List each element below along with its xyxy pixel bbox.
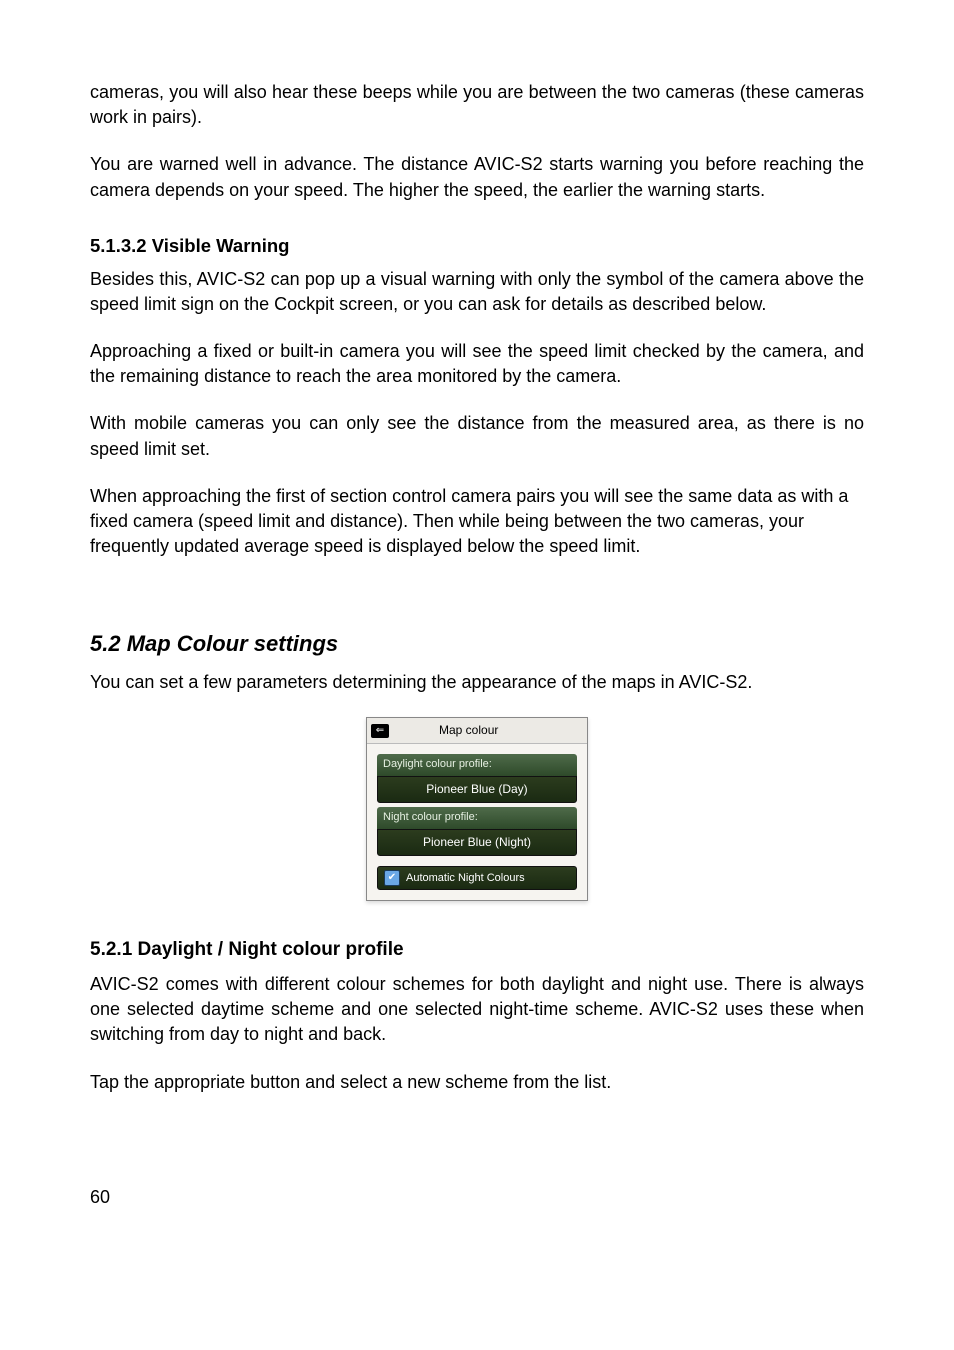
automatic-night-colours-label: Automatic Night Colours — [406, 871, 525, 886]
device-screen: ⇐ Map colour Daylight colour profile: Pi… — [366, 717, 588, 901]
paragraph: cameras, you will also hear these beeps … — [90, 80, 864, 130]
paragraph: Approaching a fixed or built-in camera y… — [90, 339, 864, 389]
paragraph: Besides this, AVIC-S2 can pop up a visua… — [90, 267, 864, 317]
paragraph: With mobile cameras you can only see the… — [90, 411, 864, 461]
screen-title: Map colour — [439, 722, 498, 739]
paragraph: AVIC-S2 comes with different colour sche… — [90, 972, 864, 1048]
paragraph: Tap the appropriate button and select a … — [90, 1070, 864, 1095]
daylight-profile-label: Daylight colour profile: — [377, 754, 577, 775]
heading-5-1-3-2: 5.1.3.2 Visible Warning — [90, 233, 864, 259]
heading-5-2: 5.2 Map Colour settings — [90, 629, 864, 660]
automatic-night-colours-toggle[interactable]: ✔ Automatic Night Colours — [377, 866, 577, 890]
screen-body: Daylight colour profile: Pioneer Blue (D… — [367, 744, 587, 900]
paragraph: You are warned well in advance. The dist… — [90, 152, 864, 202]
night-profile-button[interactable]: Pioneer Blue (Night) — [377, 829, 577, 857]
screen-header: ⇐ Map colour — [367, 718, 587, 744]
page-number: 60 — [90, 1185, 864, 1210]
figure-map-colour-screenshot: ⇐ Map colour Daylight colour profile: Pi… — [90, 717, 864, 901]
heading-5-2-1: 5.2.1 Daylight / Night colour profile — [90, 937, 864, 964]
daylight-profile-button[interactable]: Pioneer Blue (Day) — [377, 776, 577, 804]
paragraph: When approaching the first of section co… — [90, 484, 864, 560]
paragraph: You can set a few parameters determining… — [90, 670, 864, 695]
checkbox-checked-icon: ✔ — [384, 870, 400, 886]
night-profile-label: Night colour profile: — [377, 807, 577, 828]
back-icon[interactable]: ⇐ — [371, 724, 389, 738]
